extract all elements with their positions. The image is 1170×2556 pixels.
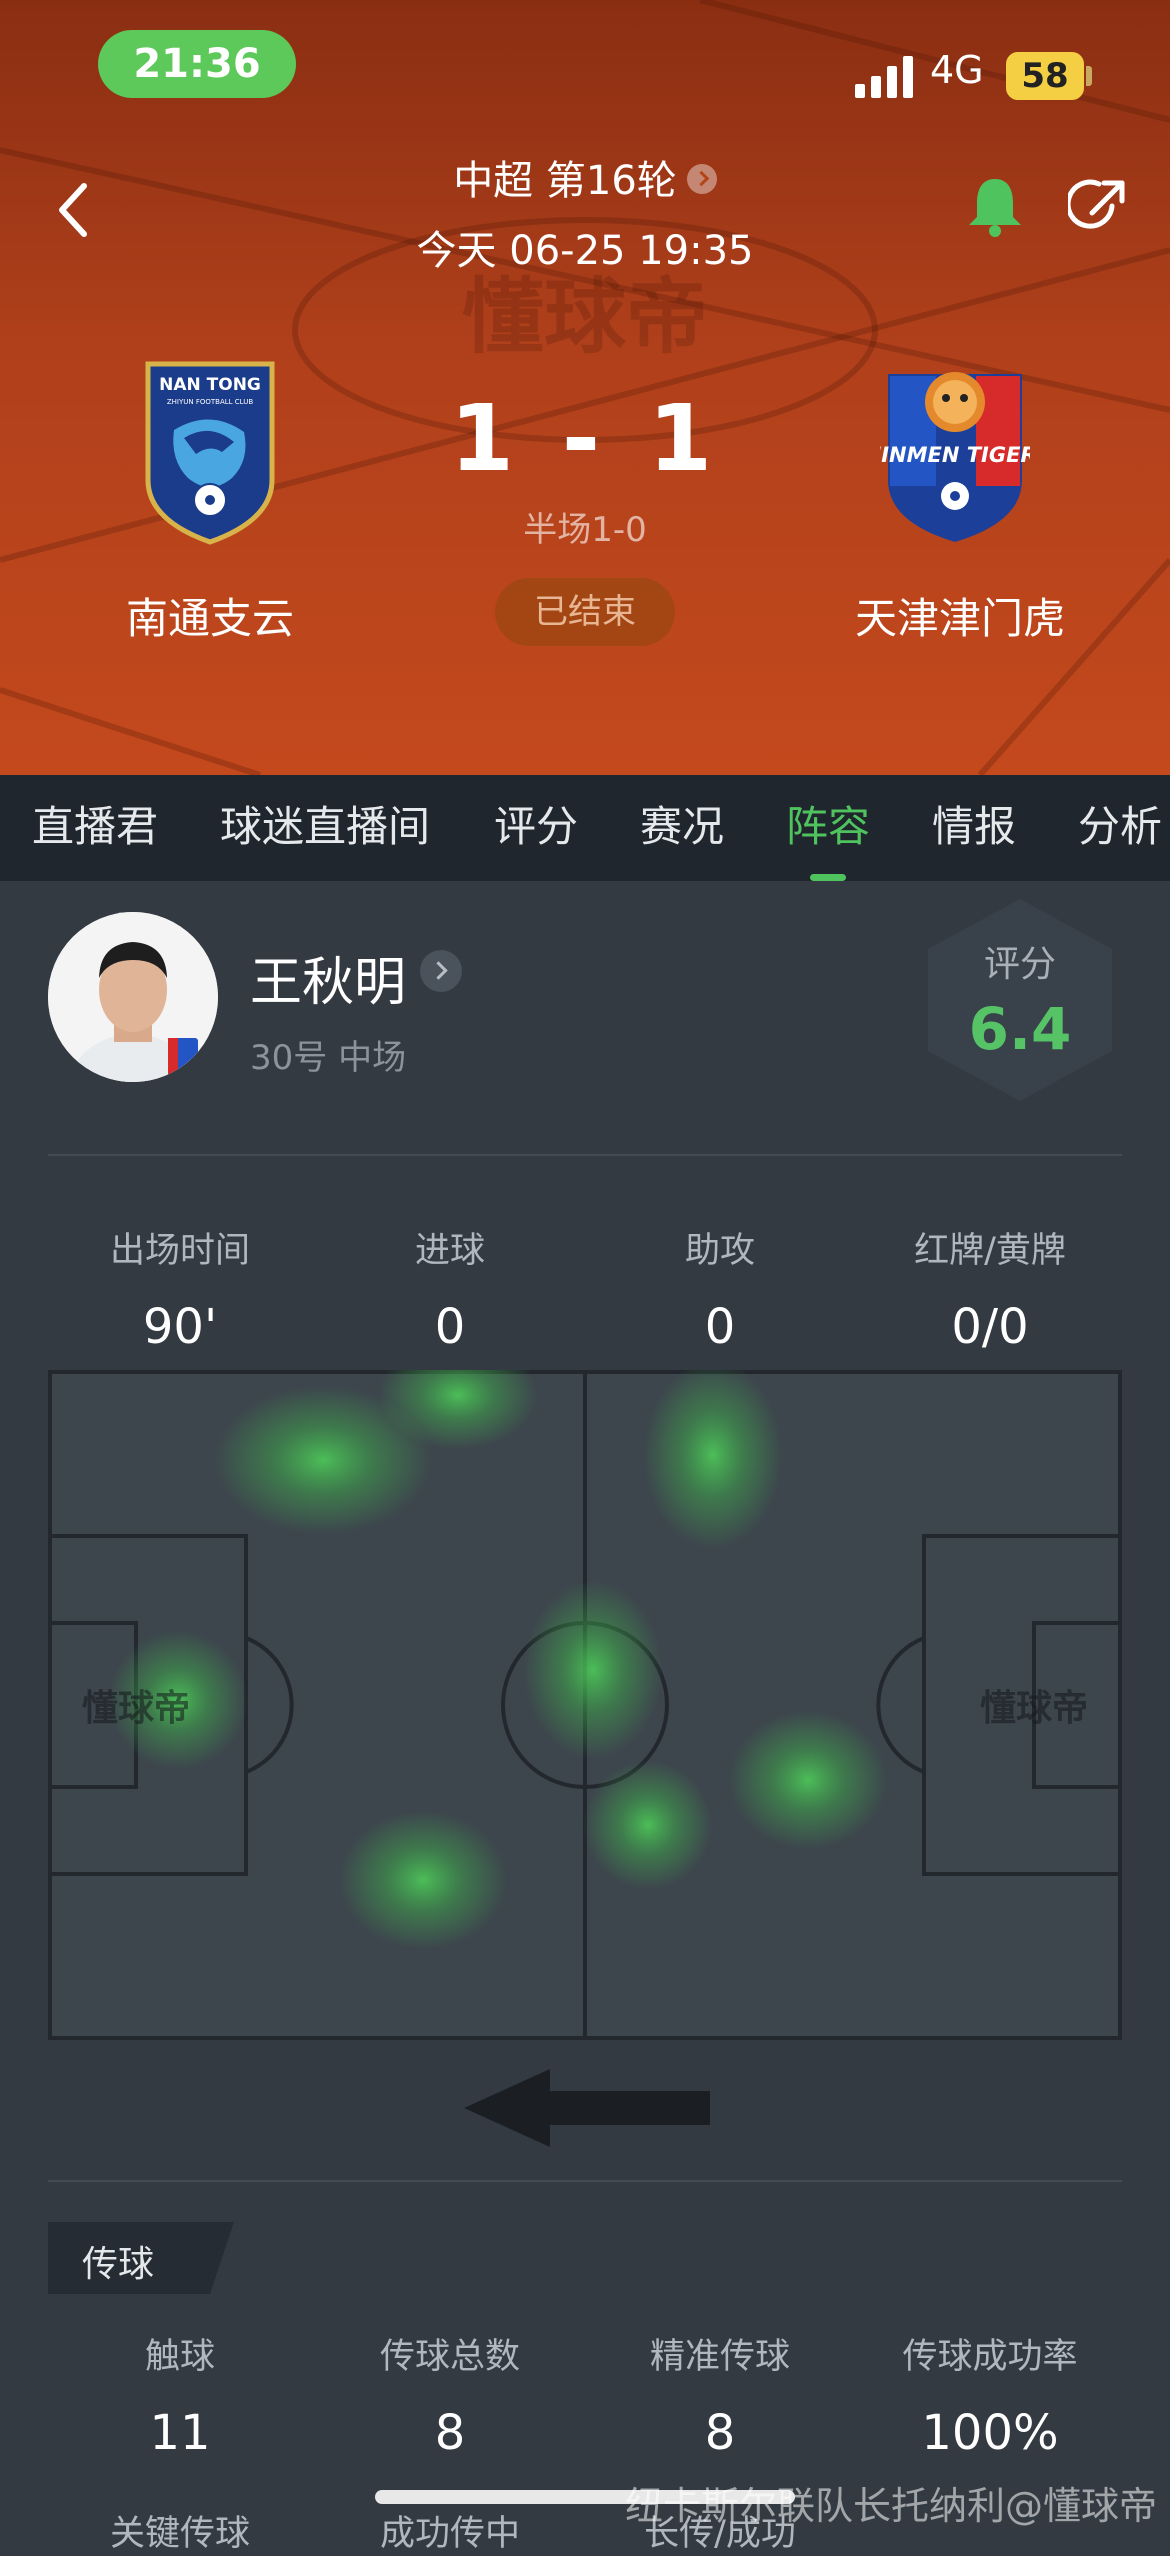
chevron-right-icon[interactable] — [420, 950, 462, 992]
player-photo — [48, 912, 218, 1082]
pitch-watermark-left: 懂球帝 — [82, 1688, 190, 1729]
bell-icon[interactable] — [965, 175, 1025, 237]
active-tab-indicator — [810, 874, 846, 881]
signal-icon — [855, 56, 913, 98]
stat-value: 0/0 — [951, 1299, 1029, 1355]
stat-value: 8 — [704, 2405, 736, 2461]
divider — [48, 1154, 1122, 1156]
stat-pass-accuracy: 传球成功率 100% — [855, 2328, 1125, 2461]
tab-match-events[interactable]: 赛况 — [640, 775, 724, 881]
match-header: 懂球帝 21:36 4G 58 中超 第16轮 今天 06-25 19:35 N… — [0, 0, 1170, 775]
half-time-score: 半场1-0 — [523, 510, 647, 550]
stat-value: 0 — [704, 1299, 736, 1355]
match-status-badge: 已结束 — [495, 578, 675, 646]
player-name[interactable]: 王秋明 — [250, 940, 406, 1015]
stat-label: 触球 — [144, 2337, 215, 2377]
stat-label: 助攻 — [684, 1231, 755, 1271]
score-separator: - — [561, 385, 609, 492]
pitch-watermark-right: 懂球帝 — [980, 1688, 1088, 1729]
away-score: 1 — [648, 385, 721, 492]
tab-bar: 直播君 球迷直播间 评分 赛况 阵容 情报 分析 — [0, 775, 1170, 881]
network-type: 4G — [930, 48, 984, 92]
status-time: 21:36 — [98, 30, 296, 98]
scoreline: 1 - 1 — [0, 385, 1170, 492]
rating-value: 6.4 — [968, 995, 1072, 1063]
stat-label: 进球 — [414, 1231, 485, 1271]
stat-value: 11 — [149, 2405, 211, 2461]
divider — [48, 2180, 1122, 2182]
attack-direction-arrow-icon — [464, 2069, 710, 2147]
stat-value: 8 — [434, 2405, 466, 2461]
chevron-right-icon — [686, 164, 717, 194]
stat-successful-crosses-label: 成功传中 — [379, 2514, 520, 2554]
tab-fan-live-room[interactable]: 球迷直播间 — [220, 775, 430, 881]
player-avatar — [48, 912, 218, 1082]
tab-intel[interactable]: 情报 — [932, 775, 1016, 881]
stat-assists: 助攻 0 — [585, 1222, 855, 1355]
battery-icon: 58 — [1006, 52, 1084, 100]
stat-label: 精准传球 — [649, 2337, 790, 2377]
stat-total-passes: 传球总数 8 — [315, 2328, 585, 2461]
stat-label: 传球成功率 — [902, 2337, 1078, 2377]
stat-value: 90' — [142, 1299, 218, 1355]
rating-label: 评分 — [983, 944, 1056, 985]
away-team-name[interactable]: 天津津门虎 — [810, 585, 1110, 646]
battery-tip — [1086, 66, 1092, 86]
stat-label: 红牌/黄牌 — [914, 1231, 1066, 1271]
league-round-label: 中超 第16轮 — [453, 158, 677, 204]
tab-lineup[interactable]: 阵容 — [786, 775, 870, 881]
stat-accurate-passes: 精准传球 8 — [585, 2328, 855, 2461]
stat-cards: 红牌/黄牌 0/0 — [855, 1222, 1125, 1355]
home-score: 1 — [449, 385, 522, 492]
tab-analysis[interactable]: 分析 — [1078, 775, 1162, 881]
overlay-watermark: 纽卡斯尔联队长托纳利@懂球帝 — [625, 2484, 1158, 2528]
tab-live-host[interactable]: 直播君 — [32, 775, 158, 881]
home-team-name[interactable]: 南通支云 — [60, 585, 360, 646]
share-icon[interactable] — [1068, 175, 1130, 237]
tab-ratings[interactable]: 评分 — [494, 775, 578, 881]
heatmap-pitch: 懂球帝 懂球帝 — [48, 1370, 1122, 2040]
stat-touches: 触球 11 — [45, 2328, 315, 2461]
svg-text:懂球帝: 懂球帝 — [462, 270, 708, 365]
stat-key-passes-label: 关键传球 — [109, 2514, 250, 2554]
stat-minutes: 出场时间 90' — [45, 1222, 315, 1355]
stat-value: 0 — [434, 1299, 466, 1355]
stat-label: 出场时间 — [109, 1231, 250, 1271]
stat-value: 100% — [921, 2405, 1059, 2461]
stat-goals: 进球 0 — [315, 1222, 585, 1355]
stat-label: 传球总数 — [379, 2337, 520, 2377]
player-number-position: 30号 中场 — [250, 1038, 407, 1078]
pass-section-label: 传球 — [82, 2244, 155, 2285]
